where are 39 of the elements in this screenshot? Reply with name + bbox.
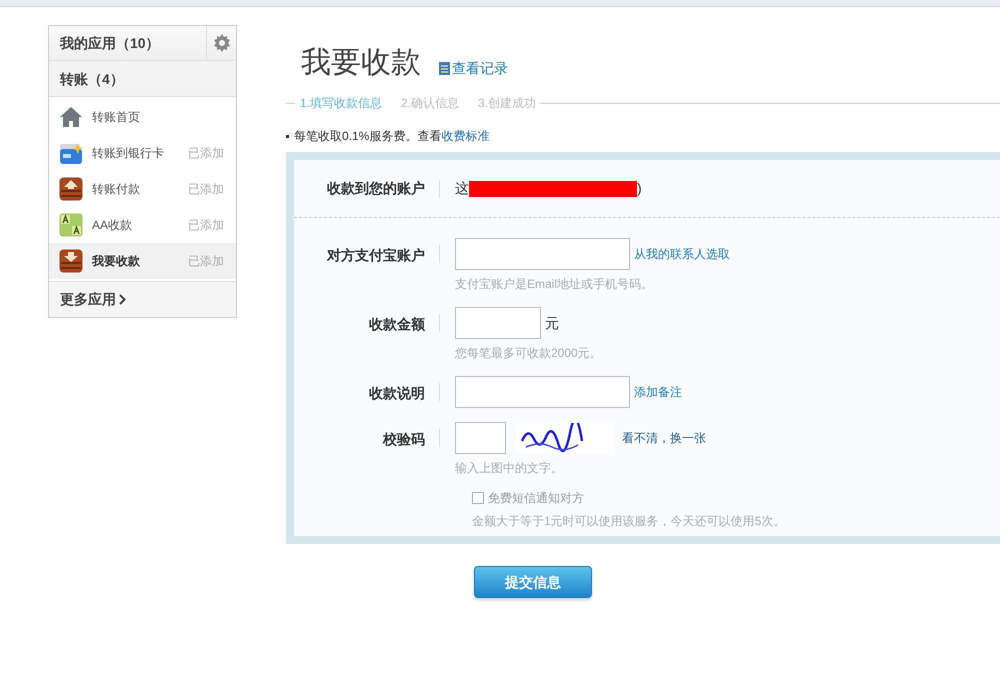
account-value-start: 这	[455, 179, 469, 198]
link[interactable]: 看不清，换一张	[622, 429, 706, 447]
link[interactable]: 添加备注	[634, 383, 682, 401]
sms-hint: 金额大于等于1元时可以使用该服务，今天还可以使用5次。	[472, 513, 786, 530]
field-label: 收款到您的账户	[326, 179, 426, 198]
sidebar-item[interactable]: 转账到银行卡 已添加	[49, 135, 236, 171]
item-label: AA收款	[92, 217, 134, 234]
sidebar-header: 我的应用（10）	[58, 34, 161, 53]
item-label: 转账首页	[92, 109, 141, 126]
field-label: 收款说明	[369, 385, 425, 401]
field-label: 对方支付宝账户	[327, 247, 425, 263]
sidebar-item[interactable]: 我要收款 已添加	[49, 243, 236, 279]
sidebar-item[interactable]: 转账付款 已添加	[49, 171, 236, 207]
page-title: 我要收款	[301, 45, 421, 81]
item-label: 我要收款	[92, 253, 141, 270]
step-label: 1.填写收款信息	[300, 95, 382, 112]
fee-notice: 每笔收取0.1%服务费。查看收费标准	[294, 128, 490, 145]
more-apps-link[interactable]: 更多应用	[49, 281, 236, 317]
sidebar-item[interactable]: AA收款 已添加	[49, 207, 236, 243]
item-status: 已添加	[188, 181, 224, 198]
field-hint: 输入上图中的文字。	[455, 460, 564, 477]
step-label: 3.创建成功	[478, 95, 536, 112]
item-label: 转账付款	[92, 181, 141, 198]
unit-label: 元	[545, 314, 559, 332]
account-value-end: )	[637, 179, 642, 198]
field-hint: 支付宝账户是Email地址或手机号码。	[455, 276, 654, 293]
field-label: 收款金额	[369, 316, 425, 332]
sidebar-item[interactable]: 转账首页	[49, 99, 236, 135]
item-status: 已添加	[188, 253, 224, 270]
link[interactable]: 从我的联系人选取	[634, 245, 730, 263]
item-status: 已添加	[188, 217, 224, 234]
item-status: 已添加	[188, 145, 224, 162]
item-label: 转账到银行卡	[92, 145, 165, 162]
step-label: 2.确认信息	[401, 95, 460, 112]
records-link[interactable]: 查看记录	[439, 58, 508, 79]
field-label: 校验码	[383, 431, 425, 447]
field-hint: 您每笔最多可收款2000元。	[455, 345, 602, 362]
group-header[interactable]: 转账（4）	[49, 61, 236, 97]
fee-standard-link[interactable]: 收费标准	[441, 129, 490, 143]
